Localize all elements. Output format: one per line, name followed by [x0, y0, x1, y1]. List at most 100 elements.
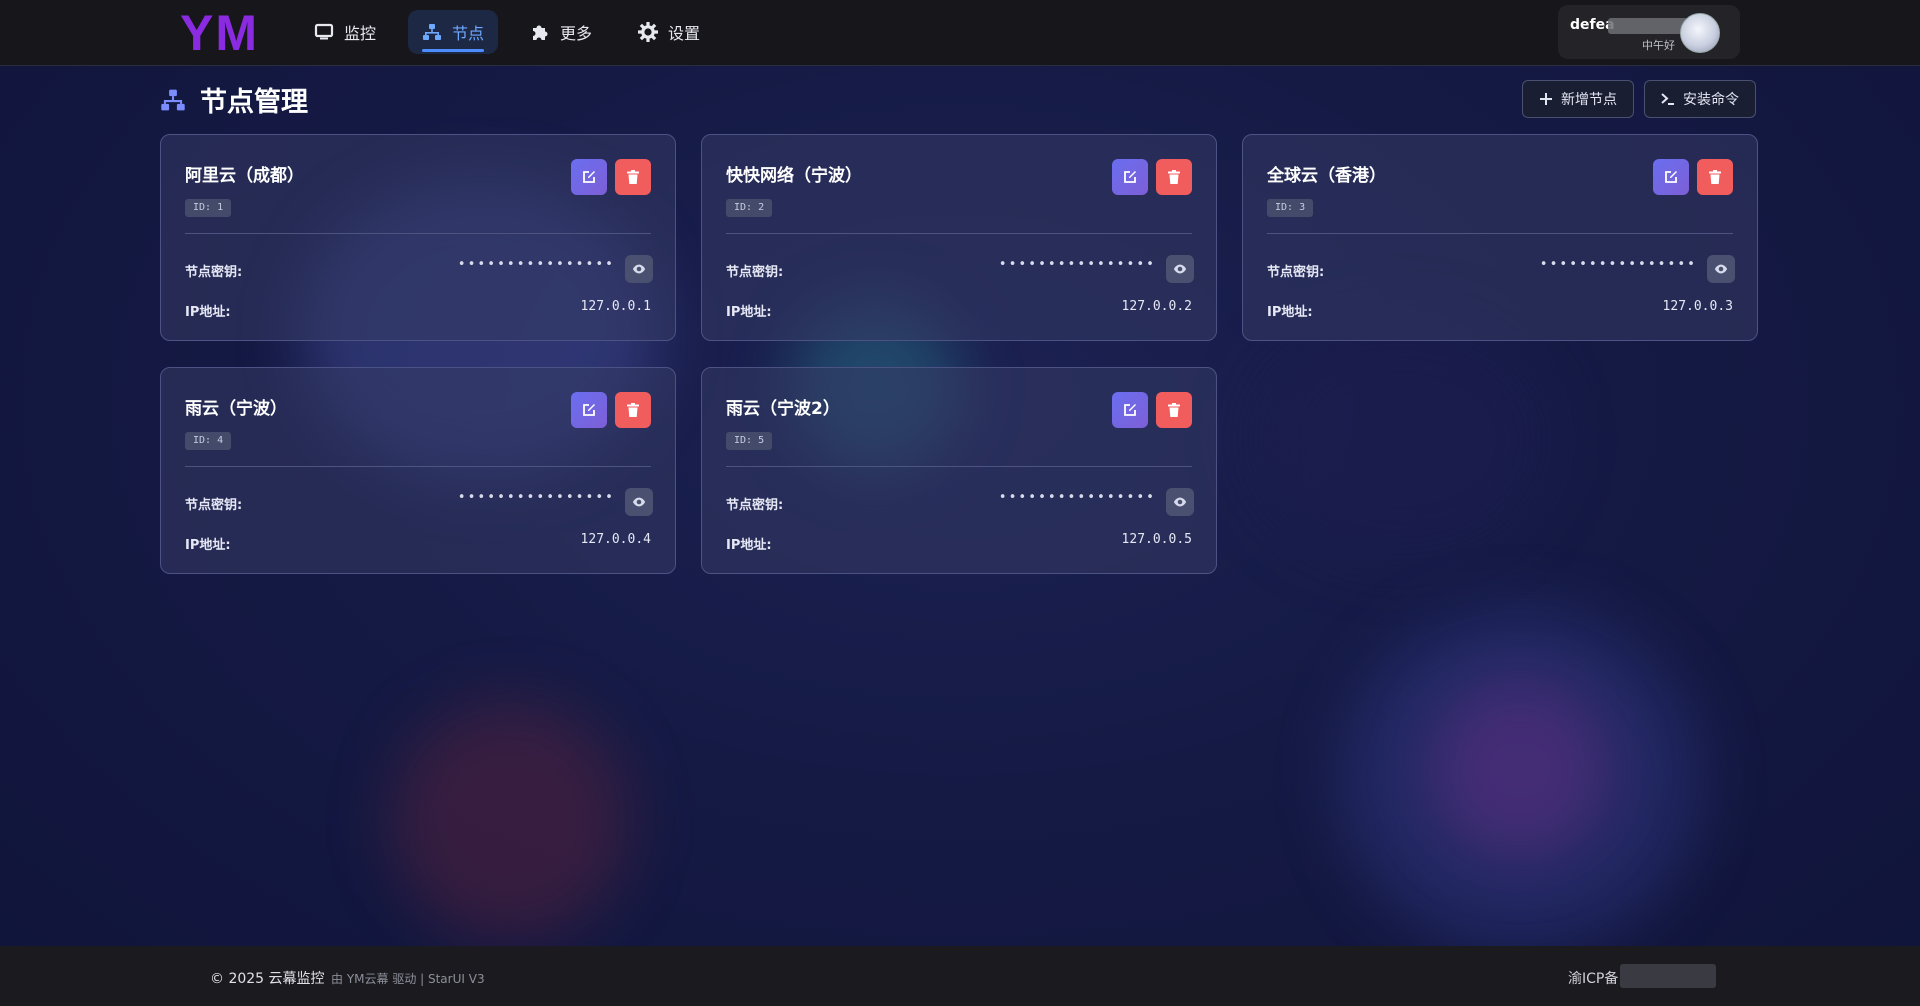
trash-icon	[627, 403, 639, 417]
node-card: 全球云（香港） ID: 3 节点密钥: •••••••••••••••• IP地…	[1242, 134, 1758, 341]
footer: © 2025 云幕监控 由 YM云幕 驱动 | StarUI V3 渝ICP备	[0, 946, 1920, 1006]
nav-label: 节点	[452, 24, 485, 43]
card-divider	[726, 233, 1192, 234]
edit-node-button[interactable]	[571, 392, 607, 428]
card-divider	[726, 466, 1192, 467]
network-icon	[423, 24, 442, 40]
node-ip-label: IP地址:	[726, 538, 772, 553]
gear-icon	[638, 22, 659, 42]
node-key-masked: ••••••••••••••••	[1539, 257, 1697, 271]
trash-icon	[1168, 403, 1180, 417]
edit-node-button[interactable]	[1112, 159, 1148, 195]
show-key-button[interactable]	[625, 255, 653, 283]
user-menu[interactable]: defea 中午好	[1558, 5, 1740, 59]
terminal-icon	[1661, 93, 1674, 105]
node-id-badge: ID: 3	[1267, 199, 1314, 217]
nav-item-nodes[interactable]: 节点	[408, 10, 499, 54]
page-actions: 新增节点 安装命令	[1522, 80, 1756, 118]
user-greeting: 中午好	[1642, 39, 1675, 52]
node-ip-value: 127.0.0.4	[580, 532, 651, 547]
node-key-label: 节点密钥:	[726, 498, 784, 513]
node-name: 快快网络（宁波）	[726, 166, 862, 186]
card-divider	[185, 233, 651, 234]
node-name: 阿里云（成都）	[185, 166, 304, 186]
edit-icon	[1665, 171, 1677, 183]
page-title: 节点管理	[200, 87, 308, 118]
node-id-badge: ID: 4	[185, 432, 232, 450]
node-key-label: 节点密钥:	[185, 498, 243, 513]
node-card: 雨云（宁波2） ID: 5 节点密钥: •••••••••••••••• IP地…	[701, 367, 1217, 574]
avatar[interactable]	[1680, 13, 1720, 53]
node-key-label: 节点密钥:	[726, 265, 784, 280]
node-id-badge: ID: 5	[726, 432, 773, 450]
show-key-button[interactable]	[1166, 488, 1194, 516]
node-key-masked: ••••••••••••••••	[998, 490, 1156, 504]
card-divider	[1267, 233, 1733, 234]
edit-node-button[interactable]	[1653, 159, 1689, 195]
show-key-button[interactable]	[625, 488, 653, 516]
add-node-button[interactable]: 新增节点	[1522, 80, 1634, 118]
top-navbar: YM 监控 节点 更多 设置 defea 中午好	[0, 0, 1920, 66]
trash-icon	[1709, 170, 1721, 184]
node-ip-label: IP地址:	[185, 305, 231, 320]
powered-by[interactable]: 由 YM云幕 驱动 | StarUI V3	[331, 970, 485, 987]
node-card: 阿里云（成都） ID: 1 节点密钥: •••••••••••••••• IP地…	[160, 134, 676, 341]
edit-icon	[1124, 404, 1136, 416]
redacted-icp-number	[1620, 964, 1716, 988]
eye-icon	[1173, 264, 1187, 274]
eye-icon	[1714, 264, 1728, 274]
page-header: 节点管理	[160, 80, 308, 119]
delete-node-button[interactable]	[1697, 159, 1733, 195]
delete-node-button[interactable]	[615, 159, 651, 195]
node-ip-label: IP地址:	[185, 538, 231, 553]
node-ip-label: IP地址:	[1267, 305, 1313, 320]
card-divider	[185, 466, 651, 467]
node-key-masked: ••••••••••••••••	[457, 257, 615, 271]
copyright: © 2025 云幕监控	[210, 971, 325, 987]
node-key-label: 节点密钥:	[185, 265, 243, 280]
eye-icon	[632, 264, 646, 274]
delete-node-button[interactable]	[615, 392, 651, 428]
node-key-masked: ••••••••••••••••	[998, 257, 1156, 271]
eye-icon	[632, 497, 646, 507]
node-key-masked: ••••••••••••••••	[457, 490, 615, 504]
nav-label: 设置	[668, 24, 701, 43]
node-ip-value: 127.0.0.1	[580, 299, 651, 314]
delete-node-button[interactable]	[1156, 159, 1192, 195]
show-key-button[interactable]	[1707, 255, 1735, 283]
node-id-badge: ID: 1	[185, 199, 232, 217]
node-ip-label: IP地址:	[726, 305, 772, 320]
node-ip-value: 127.0.0.3	[1662, 299, 1733, 314]
trash-icon	[627, 170, 639, 184]
show-key-button[interactable]	[1166, 255, 1194, 283]
node-card: 快快网络（宁波） ID: 2 节点密钥: •••••••••••••••• IP…	[701, 134, 1217, 341]
node-ip-value: 127.0.0.2	[1121, 299, 1192, 314]
edit-icon	[583, 404, 595, 416]
nav-item-more[interactable]: 更多	[516, 10, 606, 54]
node-name: 全球云（香港）	[1267, 166, 1386, 186]
edit-node-button[interactable]	[571, 159, 607, 195]
node-name: 雨云（宁波）	[185, 399, 287, 419]
nav-label: 更多	[560, 24, 593, 43]
nav-item-monitor[interactable]: 监控	[300, 10, 390, 54]
node-card: 雨云（宁波） ID: 4 节点密钥: •••••••••••••••• IP地址…	[160, 367, 676, 574]
edit-node-button[interactable]	[1112, 392, 1148, 428]
redacted-username	[1608, 18, 1688, 34]
nav-label: 监控	[344, 24, 377, 43]
install-command-button[interactable]: 安装命令	[1644, 80, 1756, 118]
network-icon	[161, 89, 185, 110]
brand-logo[interactable]: YM	[180, 4, 259, 62]
puzzle-icon	[533, 25, 548, 40]
delete-node-button[interactable]	[1156, 392, 1192, 428]
plus-icon	[1540, 93, 1552, 105]
node-name: 雨云（宁波2）	[726, 399, 840, 419]
edit-icon	[583, 171, 595, 183]
icp-record[interactable]: 渝ICP备	[1568, 968, 1618, 988]
nav-item-settings[interactable]: 设置	[624, 10, 714, 54]
add-node-label: 新增节点	[1561, 92, 1617, 108]
node-id-badge: ID: 2	[726, 199, 773, 217]
node-key-label: 节点密钥:	[1267, 265, 1325, 280]
install-command-label: 安装命令	[1683, 92, 1739, 108]
main-nav: 监控 节点 更多 设置	[300, 10, 714, 54]
node-ip-value: 127.0.0.5	[1121, 532, 1192, 547]
